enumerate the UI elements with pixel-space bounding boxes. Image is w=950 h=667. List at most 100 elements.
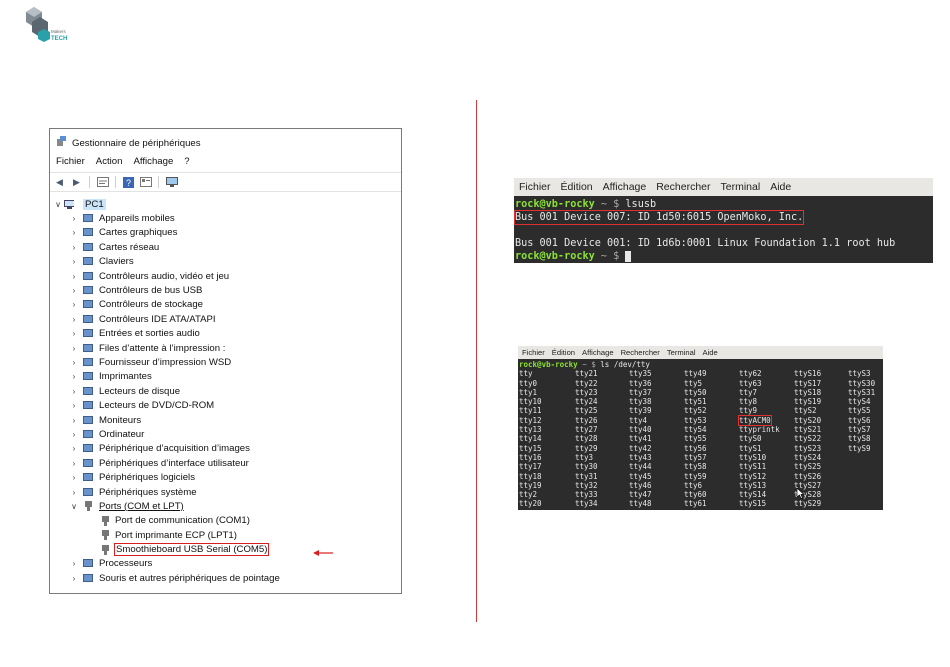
scan-hardware-icon[interactable] bbox=[165, 176, 178, 188]
chevron-right-icon[interactable]: › bbox=[70, 214, 78, 223]
tree-item[interactable]: › Périphériques d’interface utilisateur bbox=[50, 456, 401, 470]
tty-entry: tty59 bbox=[684, 471, 707, 481]
tree-item[interactable]: › Imprimantes bbox=[50, 370, 401, 384]
tree-item[interactable]: › Moniteurs bbox=[50, 413, 401, 427]
tree-item[interactable]: › Contrôleurs audio, vidéo et jeu bbox=[50, 269, 401, 283]
menu-help[interactable]: ? bbox=[184, 156, 189, 167]
chevron-right-icon[interactable]: › bbox=[70, 286, 78, 295]
chevron-right-icon[interactable]: › bbox=[70, 559, 78, 568]
tty-entry: tty4 bbox=[629, 415, 648, 425]
chevron-right-icon[interactable]: › bbox=[70, 387, 78, 396]
tree-item[interactable]: › Contrôleurs IDE ATA/ATAPI bbox=[50, 312, 401, 326]
chevron-right-icon[interactable]: › bbox=[70, 401, 78, 410]
chevron-right-icon[interactable]: › bbox=[70, 574, 78, 583]
terminal-ls-dev-tty: Fichier Édition Affichage Rechercher Ter… bbox=[518, 346, 883, 510]
tree-item-com1[interactable]: Port de communication (COM1) bbox=[50, 514, 401, 528]
tty-entry: tty39 bbox=[629, 406, 652, 416]
tree-item[interactable]: › Files d’attente à l’impression : bbox=[50, 341, 401, 355]
tree-item[interactable]: › Périphériques logiciels bbox=[50, 470, 401, 484]
chevron-right-icon[interactable]: › bbox=[70, 444, 78, 453]
tree-item[interactable]: › Cartes réseau bbox=[50, 240, 401, 254]
tree-item[interactable]: › Claviers bbox=[50, 255, 401, 269]
tty-entry: tty35 bbox=[629, 369, 652, 379]
tty-entry bbox=[848, 462, 882, 471]
tty-entry: tty18 bbox=[519, 471, 542, 481]
tree-item[interactable]: › Cartes graphiques bbox=[50, 226, 401, 240]
menu-affichage[interactable]: Affichage bbox=[133, 156, 173, 167]
tree-root-pc1[interactable]: ∨ PC1 bbox=[50, 197, 401, 211]
tty-entry: tty32 bbox=[575, 480, 598, 490]
tty-listing: tty tty21 tty35 tty49 tty62 ttyS16 ttyS3 tty0 tt… bbox=[519, 369, 882, 508]
tty-entry: tty52 bbox=[684, 406, 707, 416]
tree-item-label: Périphériques système bbox=[99, 486, 197, 498]
chevron-right-icon[interactable]: › bbox=[70, 430, 78, 439]
menu-fichier[interactable]: Fichier bbox=[56, 156, 85, 167]
chevron-right-icon[interactable]: › bbox=[70, 473, 78, 482]
chevron-right-icon[interactable]: › bbox=[70, 257, 78, 266]
chevron-right-icon[interactable]: › bbox=[70, 315, 78, 324]
tty-entry: tty30 bbox=[575, 462, 598, 472]
tty-entry: tty20 bbox=[519, 499, 542, 509]
terminal-output[interactable]: rock@vb-rocky ~ $ lsusb Bus 001 Device 0… bbox=[514, 196, 933, 263]
terminal-output[interactable]: rock@vb-rocky ~ $ ls /dev/tty tty tty21 tt… bbox=[518, 359, 883, 510]
tty-entry: ttyS6 bbox=[848, 415, 871, 425]
tty-entry: tty33 bbox=[575, 490, 598, 500]
chevron-right-icon[interactable]: › bbox=[70, 459, 78, 468]
chevron-down-icon[interactable]: ∨ bbox=[70, 502, 78, 511]
chevron-right-icon[interactable]: › bbox=[70, 329, 78, 338]
tty-entry: tty60 bbox=[684, 490, 707, 500]
tree-item[interactable]: › Entrées et sorties audio bbox=[50, 327, 401, 341]
menu-rechercher[interactable]: Rechercher bbox=[656, 181, 710, 193]
menu-edition[interactable]: Édition bbox=[552, 348, 575, 357]
tty-entry: ttyS17 bbox=[794, 378, 822, 388]
tree-item-ports[interactable]: ∨ Ports (COM et LPT) bbox=[50, 499, 401, 513]
chevron-right-icon[interactable]: › bbox=[70, 488, 78, 497]
menu-fichier[interactable]: Fichier bbox=[519, 181, 551, 193]
chevron-right-icon[interactable]: › bbox=[70, 243, 78, 252]
menu-terminal[interactable]: Terminal bbox=[721, 181, 761, 193]
menu-edition[interactable]: Édition bbox=[561, 181, 593, 193]
chevron-right-icon[interactable]: › bbox=[70, 416, 78, 425]
tree-item[interactable]: › Lecteurs de disque bbox=[50, 384, 401, 398]
tree-item[interactable]: › Lecteurs de DVD/CD-ROM bbox=[50, 398, 401, 412]
tree-item[interactable]: › Processeurs bbox=[50, 557, 401, 571]
prompt-user: rock@vb-rocky bbox=[515, 199, 595, 210]
chevron-right-icon[interactable]: › bbox=[70, 344, 78, 353]
port-icon bbox=[100, 515, 110, 526]
help-icon[interactable]: ? bbox=[122, 176, 135, 188]
tree-item[interactable]: › Contrôleurs de bus USB bbox=[50, 283, 401, 297]
chevron-right-icon[interactable]: › bbox=[70, 300, 78, 309]
tree-item[interactable]: › Périphériques système bbox=[50, 485, 401, 499]
menu-affichage[interactable]: Affichage bbox=[582, 348, 614, 357]
menu-action[interactable]: Action bbox=[96, 156, 123, 167]
menu-fichier[interactable]: Fichier bbox=[522, 348, 545, 357]
tree-item[interactable]: › Ordinateur bbox=[50, 427, 401, 441]
menu-aide[interactable]: Aide bbox=[703, 348, 718, 357]
tree-item[interactable]: › Périphérique d’acquisition d’images bbox=[50, 442, 401, 456]
forward-arrow-icon[interactable]: ▶ bbox=[70, 176, 83, 188]
menu-rechercher[interactable]: Rechercher bbox=[621, 348, 660, 357]
chevron-right-icon[interactable]: › bbox=[70, 272, 78, 281]
menu-terminal[interactable]: Terminal bbox=[667, 348, 696, 357]
tree-item-label: Fournisseur d’impression WSD bbox=[99, 356, 232, 368]
tty-entry: ttyS16 bbox=[794, 369, 822, 379]
chevron-right-icon[interactable]: › bbox=[70, 358, 78, 367]
tty-entry: ttyS15 bbox=[739, 499, 767, 509]
chevron-down-icon[interactable]: ∨ bbox=[54, 200, 62, 209]
back-arrow-icon[interactable]: ◀ bbox=[53, 176, 66, 188]
menu-aide[interactable]: Aide bbox=[770, 181, 791, 193]
chevron-right-icon[interactable]: › bbox=[70, 228, 78, 237]
chevron-right-icon[interactable]: › bbox=[70, 372, 78, 381]
tree-item[interactable]: › Souris et autres périphériques de point… bbox=[50, 571, 401, 585]
menu-affichage[interactable]: Affichage bbox=[603, 181, 647, 193]
properties-icon[interactable] bbox=[96, 176, 109, 188]
tty-entry: tty28 bbox=[575, 434, 598, 444]
tty-entry: tty58 bbox=[684, 462, 707, 472]
tree-item-smoothieboard[interactable]: Smoothieboard USB Serial (COM5) bbox=[50, 542, 401, 557]
tree-item[interactable]: › Fournisseur d’impression WSD bbox=[50, 355, 401, 369]
tree-item[interactable]: › Appareils mobiles bbox=[50, 211, 401, 225]
system-icon bbox=[83, 487, 93, 497]
tree-item[interactable]: › Contrôleurs de stockage bbox=[50, 298, 401, 312]
tree-item-lpt1[interactable]: Port imprimante ECP (LPT1) bbox=[50, 528, 401, 542]
view-icon[interactable] bbox=[139, 176, 152, 188]
